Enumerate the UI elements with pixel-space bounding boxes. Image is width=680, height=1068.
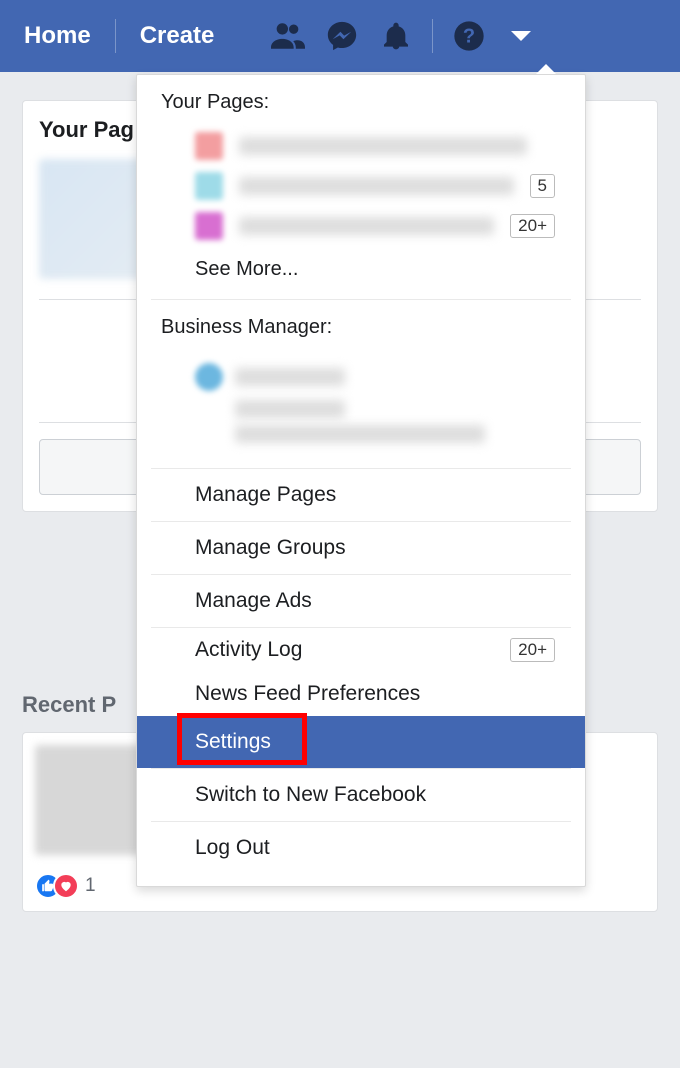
page-list-item[interactable]: 5	[137, 166, 585, 206]
menu-log-out[interactable]: Log Out	[137, 822, 585, 874]
business-manager-label: Business Manager:	[137, 300, 585, 351]
menu-activity-log[interactable]: Activity Log 20+	[137, 628, 585, 672]
see-more-pages[interactable]: See More...	[137, 246, 585, 299]
menu-settings[interactable]: Settings	[137, 716, 585, 768]
nav-create[interactable]: Create	[134, 22, 221, 50]
svg-text:?: ?	[463, 26, 475, 48]
business-name	[235, 368, 345, 386]
account-dropdown: Your Pages: 5 20+ See More... Business M…	[136, 74, 586, 887]
menu-news-feed-prefs[interactable]: News Feed Preferences	[137, 672, 585, 716]
top-navbar: Home Create ?	[0, 0, 680, 72]
page-badge: 5	[530, 174, 555, 198]
menu-label: Activity Log	[195, 638, 302, 662]
business-manager-item[interactable]	[137, 351, 585, 468]
notifications-icon[interactable]	[378, 18, 414, 54]
messenger-icon[interactable]	[324, 18, 360, 54]
nav-divider	[115, 19, 116, 53]
page-name	[239, 177, 514, 195]
nav-home[interactable]: Home	[18, 22, 97, 50]
your-pages-label: Your Pages:	[137, 75, 585, 126]
business-subtext	[235, 425, 485, 443]
love-reaction-icon	[53, 873, 79, 899]
page-avatar	[195, 212, 223, 240]
nav-divider	[432, 19, 433, 53]
page-list-item[interactable]	[137, 126, 585, 166]
business-avatar	[195, 363, 223, 391]
post-thumbnail	[35, 745, 145, 855]
page-name	[239, 217, 494, 235]
page-avatar	[195, 132, 223, 160]
help-icon[interactable]: ?	[451, 18, 487, 54]
menu-manage-pages[interactable]: Manage Pages	[137, 469, 585, 521]
menu-switch-new-facebook[interactable]: Switch to New Facebook	[137, 769, 585, 821]
dropdown-caret-icon	[536, 64, 556, 74]
page-badge: 20+	[510, 214, 555, 238]
activity-log-badge: 20+	[510, 638, 555, 662]
page-list-item[interactable]: 20+	[137, 206, 585, 246]
friends-icon[interactable]	[270, 18, 306, 54]
menu-manage-groups[interactable]: Manage Groups	[137, 522, 585, 574]
page-avatar	[195, 172, 223, 200]
reaction-count: 1	[85, 875, 96, 897]
business-subtext	[235, 400, 345, 418]
menu-manage-ads[interactable]: Manage Ads	[137, 575, 585, 627]
page-name	[239, 137, 527, 155]
account-menu-caret-icon[interactable]	[511, 31, 531, 41]
menu-label: Settings	[195, 730, 271, 754]
